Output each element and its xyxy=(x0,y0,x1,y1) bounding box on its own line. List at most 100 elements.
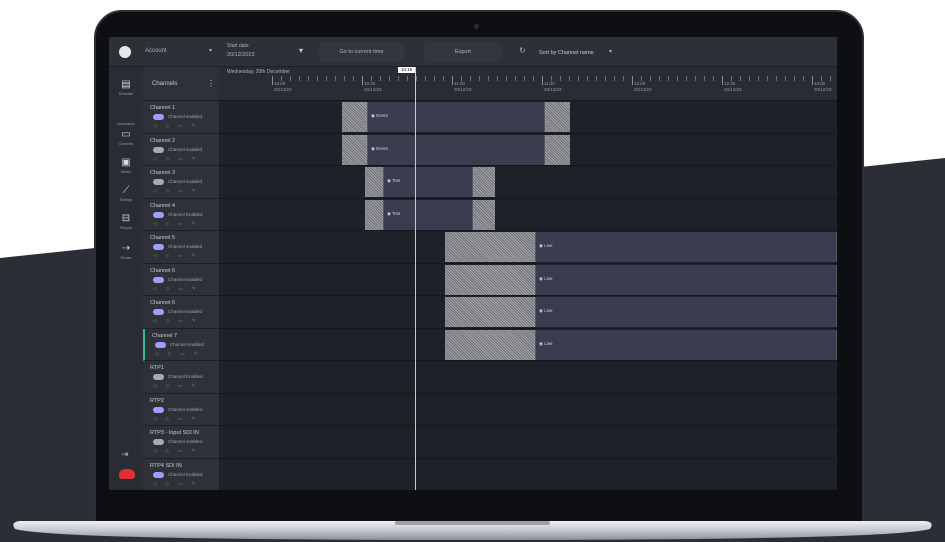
channel-row[interactable]: Channel 4 Channel Enabled ◁ ◇ ▭ ✎ xyxy=(143,199,219,231)
event-block[interactable] xyxy=(535,232,837,262)
major-tick xyxy=(722,76,723,85)
tick-date: 20/12/23 xyxy=(364,87,382,92)
app-screen: Account ▾ Start date 20/12/2023 ▾ Go to … xyxy=(109,37,837,490)
nav-label: Media xyxy=(121,170,131,174)
event-title: Live xyxy=(544,275,553,281)
event-block[interactable] xyxy=(535,264,837,295)
chevron-down-icon[interactable]: ▾ xyxy=(209,47,212,54)
channel-toggle[interactable] xyxy=(153,146,164,153)
channel-action-icons[interactable]: ◁ ◇ ▭ ✎ xyxy=(153,383,200,389)
refresh-icon[interactable]: ↻ xyxy=(519,46,526,55)
event-label: ◉ Live xyxy=(539,243,552,249)
go-to-now-button[interactable]: Go to current time xyxy=(319,43,404,61)
channel-toggle[interactable] xyxy=(153,471,164,478)
event-block[interactable] xyxy=(367,102,545,132)
channel-status: Channel enabled xyxy=(168,276,203,282)
channel-row[interactable]: Channel 1 Channel enabled ◁ ◇ ▭ ✎ xyxy=(143,101,219,134)
channel-name: Channel 6 xyxy=(150,267,176,274)
channel-toggle[interactable] xyxy=(153,114,164,120)
channel-toggle[interactable] xyxy=(155,341,166,348)
sort-select[interactable]: Sort by Channel name xyxy=(539,50,594,56)
minor-tick xyxy=(335,76,336,81)
major-tick xyxy=(272,76,273,85)
product-shot: Account ▾ Start date 20/12/2023 ▾ Go to … xyxy=(0,0,945,542)
channel-row[interactable]: RTP2 Channel enabled ◁ ◇ ▭ ✎ xyxy=(143,394,219,426)
channel-action-icons[interactable]: ◁ ◇ ▭ ✎ xyxy=(153,188,200,194)
event-block[interactable] xyxy=(367,134,545,165)
channel-toggle[interactable] xyxy=(153,309,164,315)
channel-row[interactable]: Channel 7 Channel enabled ◁ ◇ ▭ ✎ xyxy=(143,328,219,361)
date-picker[interactable]: 20/12/2023 xyxy=(227,52,255,58)
event-label: ◉ Event xyxy=(371,146,388,152)
channel-row[interactable]: Channel 6 Channel enabled ◁ ◇ ▭ ✎ xyxy=(143,264,219,296)
tick-label: 10:00 20/12/23 xyxy=(274,81,292,93)
channel-row[interactable]: Channel 3 Channel enabled ◁ ◇ ▭ ✎ xyxy=(143,166,219,199)
minor-tick xyxy=(614,76,615,81)
channel-list: Channel 1 Channel enabled ◁ ◇ ▭ ✎ Channel 2… xyxy=(143,101,219,490)
event-block[interactable] xyxy=(535,329,837,360)
channel-action-icons[interactable]: ◁ ◇ ▭ ✎ xyxy=(153,253,200,259)
nav-item-channels[interactable]: ▭ Channels xyxy=(109,129,143,155)
channel-row[interactable]: Channel 5 Channel enabled ◁ ◇ ▭ ✎ xyxy=(143,231,219,264)
nav-label: Playout xyxy=(120,226,132,230)
event-title: Live xyxy=(544,340,553,346)
channel-row[interactable]: RTP3 - Input SDI IN Channel enabled ◁ ◇ ▭ … xyxy=(143,426,219,459)
channel-toggle[interactable] xyxy=(153,406,164,413)
channel-status: Channel Enabled xyxy=(168,211,203,217)
tick-label: 11:00 20/12/23 xyxy=(454,81,472,93)
nav-item-media[interactable]: ▣ Media xyxy=(109,157,143,183)
channel-action-icons[interactable]: ◁ ◇ ▭ ✎ xyxy=(153,416,200,422)
nav-item-settings[interactable]: ⟋ Settings xyxy=(109,185,143,211)
minor-tick xyxy=(704,76,705,81)
channel-action-icons[interactable]: ◁ ◇ ▭ ✎ xyxy=(153,318,200,324)
minor-tick xyxy=(749,76,750,81)
minor-tick xyxy=(389,76,390,81)
channel-status: Channel enabled xyxy=(168,309,203,314)
minor-tick xyxy=(416,76,417,81)
minor-tick xyxy=(695,76,696,81)
minor-tick xyxy=(605,76,606,81)
channel-row[interactable]: RTP4 SDI IN Channel Enabled ◁ ◇ ▭ ✎ xyxy=(143,459,219,491)
minor-tick xyxy=(308,76,309,81)
kebab-menu-icon[interactable]: ⋮ xyxy=(207,79,215,88)
minor-tick xyxy=(785,76,786,81)
channel-row[interactable]: Channel 6 Channel enabled ◁ ◇ ▭ ✎ xyxy=(143,296,219,329)
side-nav: ▤ Schedule Automation ▭ Channels ▣ Media… xyxy=(109,67,143,490)
channel-action-icons[interactable]: ◁ ◇ ▭ ✎ xyxy=(153,221,200,227)
minor-tick xyxy=(497,76,498,81)
channel-action-icons[interactable]: ◁ ◇ ▭ ✎ xyxy=(153,123,200,129)
nav-item-playout[interactable]: ⊟ Playout xyxy=(109,213,143,239)
channel-toggle[interactable] xyxy=(153,211,164,218)
channel-action-icons[interactable]: ◁ ◇ ▭ ✎ xyxy=(153,481,200,487)
channel-action-icons[interactable]: ◁ ◇ ▭ ✎ xyxy=(153,156,200,162)
major-tick xyxy=(632,76,633,85)
channel-status: Channel enabled xyxy=(168,244,203,249)
timeline-row xyxy=(219,426,837,459)
channel-toggle[interactable] xyxy=(153,179,164,185)
minor-tick xyxy=(578,76,579,81)
channel-row[interactable]: Channel 2 Channel enabled ◁ ◇ ▭ ✎ xyxy=(143,134,219,166)
export-button[interactable]: Export xyxy=(424,43,502,61)
logout-icon[interactable]: ⇥ xyxy=(121,449,129,460)
nav-label: Routes xyxy=(120,256,132,260)
account-select[interactable]: Account xyxy=(145,48,167,54)
minor-tick xyxy=(677,76,678,81)
pre-roll-block xyxy=(445,232,535,262)
event-block[interactable] xyxy=(535,297,837,327)
channel-row[interactable]: RTP1 Channel Enabled ◁ ◇ ▭ ✎ xyxy=(143,361,219,394)
event-label: ◉ Live xyxy=(539,308,552,314)
channel-name: Channel 7 xyxy=(152,332,178,339)
nav-label: Settings xyxy=(119,198,133,202)
channel-action-icons[interactable]: ◁ ◇ ▭ ✎ xyxy=(155,351,202,357)
chevron-down-icon[interactable]: ▾ xyxy=(609,48,612,55)
channel-toggle[interactable] xyxy=(153,374,164,380)
channel-toggle[interactable] xyxy=(153,439,164,445)
nav-item-routes[interactable]: ⇢ Routes xyxy=(109,243,143,269)
channel-toggle[interactable] xyxy=(153,276,164,283)
timeline-row: ◉ Live xyxy=(219,264,837,296)
channel-toggle[interactable] xyxy=(153,244,164,250)
nav-item-schedule[interactable]: ▤ Schedule xyxy=(109,79,143,105)
filter-icon[interactable]: ▾ xyxy=(299,46,303,55)
channel-action-icons[interactable]: ◁ ◇ ▭ ✎ xyxy=(153,448,200,454)
channel-action-icons[interactable]: ◁ ◇ ▭ ✎ xyxy=(153,286,200,292)
